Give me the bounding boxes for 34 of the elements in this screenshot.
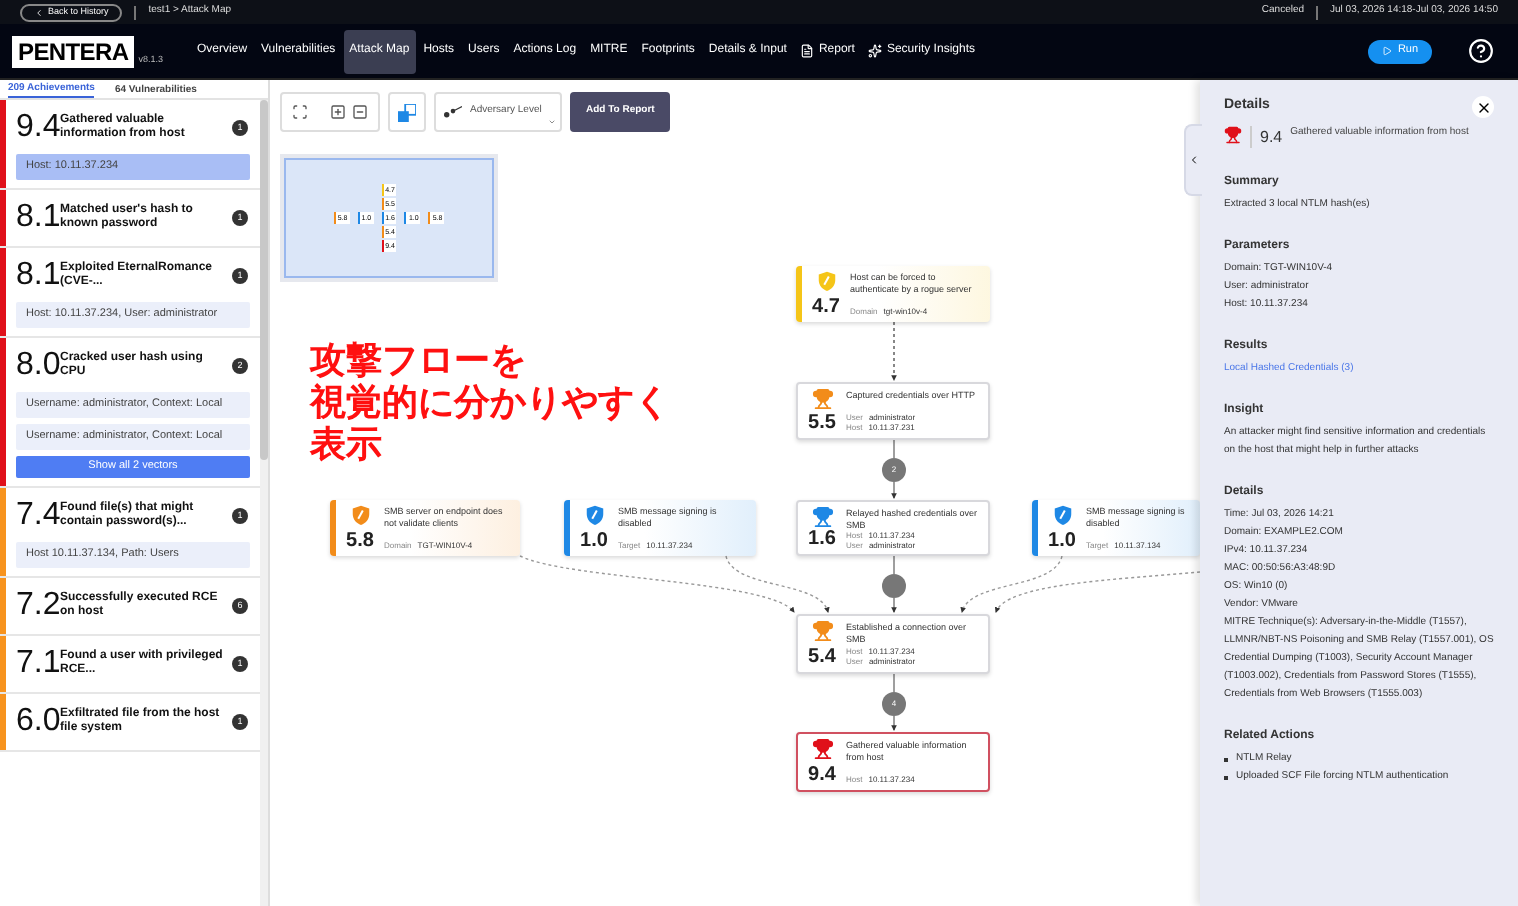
logo: PENTERA [12,35,135,67]
sparkle-icon [868,44,883,58]
connector-line [891,439,897,499]
play-icon [1381,46,1392,56]
layout-button[interactable] [388,92,426,132]
node-score: 5.5 [808,414,836,434]
connector-line [891,673,897,731]
node-score: 5.4 [808,648,836,668]
node-score: 1.0 [1048,532,1076,552]
chevron-left-icon [34,7,44,17]
zoom-in-icon[interactable] [330,104,346,120]
scrollbar-thumb[interactable] [260,100,268,460]
step-badge [882,574,906,598]
fit-view-icon[interactable] [292,104,308,120]
node-score: 1.6 [808,530,836,550]
chevron-left-icon [1188,154,1200,166]
trophy-icon [1224,126,1242,144]
node-score: 5.8 [346,532,374,552]
connector-line [891,555,897,613]
annotation-text: 表示 [310,424,384,466]
annotation-text: 視覚的に分かりやすく [310,382,670,424]
dashed-arrow [891,321,897,381]
zoom-out-icon[interactable] [352,104,368,120]
path-icon [444,106,462,118]
node-score: 1.0 [580,532,608,552]
help-icon[interactable] [1468,38,1494,64]
document-icon [800,44,815,58]
node-score: 4.7 [812,298,840,318]
close-icon [1475,99,1491,115]
close-button[interactable] [1472,96,1494,118]
node-score: 9.4 [808,766,836,786]
squares-icon [398,103,416,121]
annotation-text: 攻撃フローを [310,340,528,382]
panel-score: 9.4 [1260,126,1283,150]
